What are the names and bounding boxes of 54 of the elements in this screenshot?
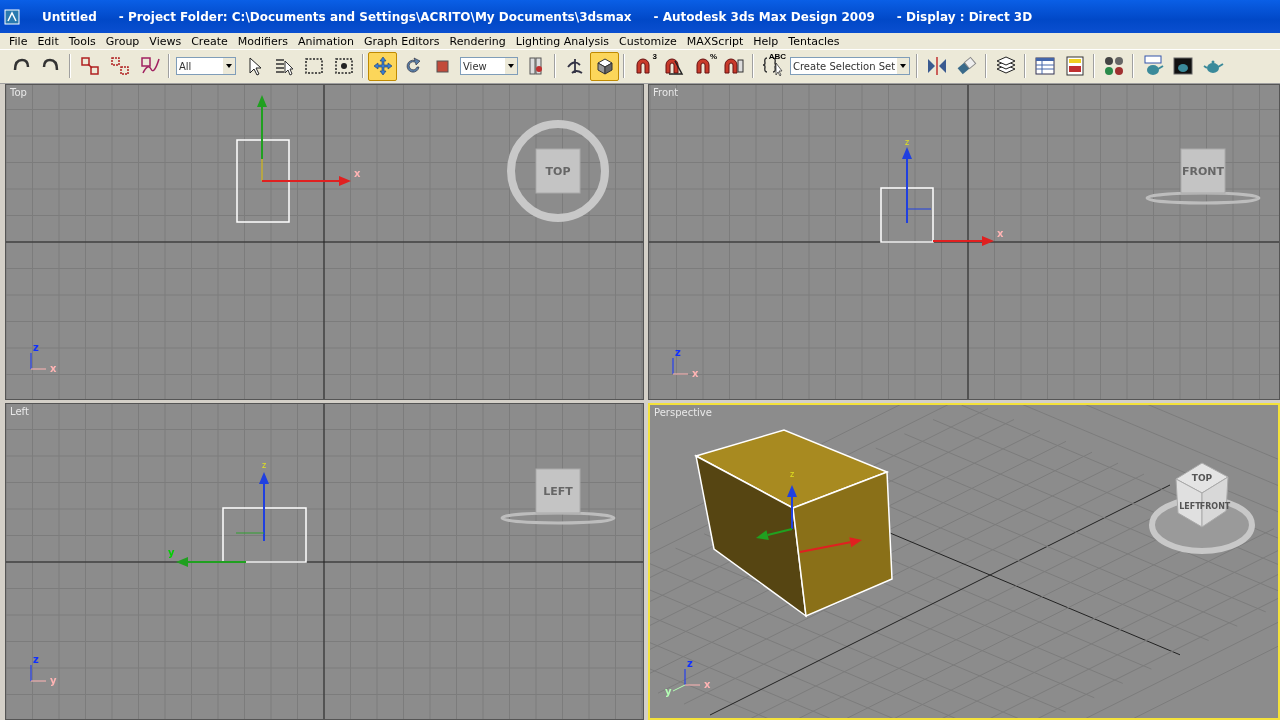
window-title: Untitled — [42, 9, 97, 24]
render-frame-icon — [1171, 55, 1194, 78]
z-axis-arrow — [787, 485, 797, 530]
axis-tripod-drawing: z x y — [665, 658, 711, 697]
menu-item[interactable]: Create — [186, 34, 233, 48]
menu-item[interactable]: Customize — [614, 34, 682, 48]
link-icon — [78, 55, 101, 78]
menu-item[interactable]: Tools — [63, 34, 101, 48]
menu-item[interactable]: Group — [100, 34, 145, 48]
window-title: - Autodesk 3ds Max Design 2009 — [653, 9, 875, 24]
box-outline[interactable] — [880, 187, 934, 243]
menu-item[interactable]: Views — [144, 34, 187, 48]
viewport[interactable]: Perspective z TOP LEFTFRONT z x y — [648, 403, 1280, 720]
x-axis-arrow — [799, 537, 862, 553]
menu-item[interactable]: Rendering — [444, 34, 511, 48]
menu-item[interactable]: Tentacles — [783, 34, 845, 48]
menu-item[interactable]: MAXScript — [681, 34, 749, 48]
menu-item[interactable]: Modifiers — [232, 34, 293, 48]
app-icon — [4, 8, 20, 25]
window-title: - Display : Direct 3D — [896, 9, 1033, 24]
menu-item[interactable]: File — [4, 34, 33, 48]
dropdown[interactable]: All — [176, 57, 236, 76]
angle-snap-icon — [662, 55, 685, 78]
menu-item[interactable]: Graph Editors — [359, 34, 445, 48]
toolbar-button[interactable]: % — [689, 51, 718, 81]
menu-item[interactable]: Lighting Analysis — [510, 34, 615, 48]
mirror-icon — [925, 55, 948, 78]
axis-tripod-drawing: z y — [30, 654, 57, 686]
toolbar-button[interactable]: ABC — [758, 51, 787, 81]
toolbar-button[interactable] — [590, 51, 619, 81]
spheres-icon — [1102, 55, 1125, 78]
table-icon — [1033, 55, 1056, 78]
dropdown[interactable]: View — [460, 57, 518, 76]
braces-icon — [761, 55, 784, 78]
box-outline[interactable] — [236, 139, 290, 223]
axis-tripod-drawing: z x — [30, 342, 57, 374]
menu-item[interactable]: Help — [748, 34, 784, 48]
window-title: - Project Folder: C:\Documents and Settings\ACRITO\My Documents\3dsmax — [118, 9, 632, 24]
toolbar-button[interactable]: 3 — [629, 51, 658, 81]
menu-item[interactable]: Edit — [32, 34, 64, 48]
box-outline[interactable] — [222, 507, 307, 563]
z-axis-arrow — [259, 472, 269, 542]
y-axis-arrow — [756, 528, 793, 540]
y-axis-arrow — [176, 557, 247, 567]
teapot-icon — [1141, 55, 1164, 78]
menu-item[interactable]: Animation — [292, 34, 360, 48]
dropdown[interactable]: Create Selection Set — [790, 57, 910, 76]
y-axis-arrow — [257, 95, 267, 160]
unlink-icon — [108, 55, 131, 78]
axis-tripod-drawing: z x — [672, 347, 699, 379]
box-drawing[interactable] — [694, 429, 893, 618]
panel-icon — [1063, 55, 1086, 78]
x-axis-arrow — [932, 236, 994, 246]
move-icon — [371, 55, 394, 78]
